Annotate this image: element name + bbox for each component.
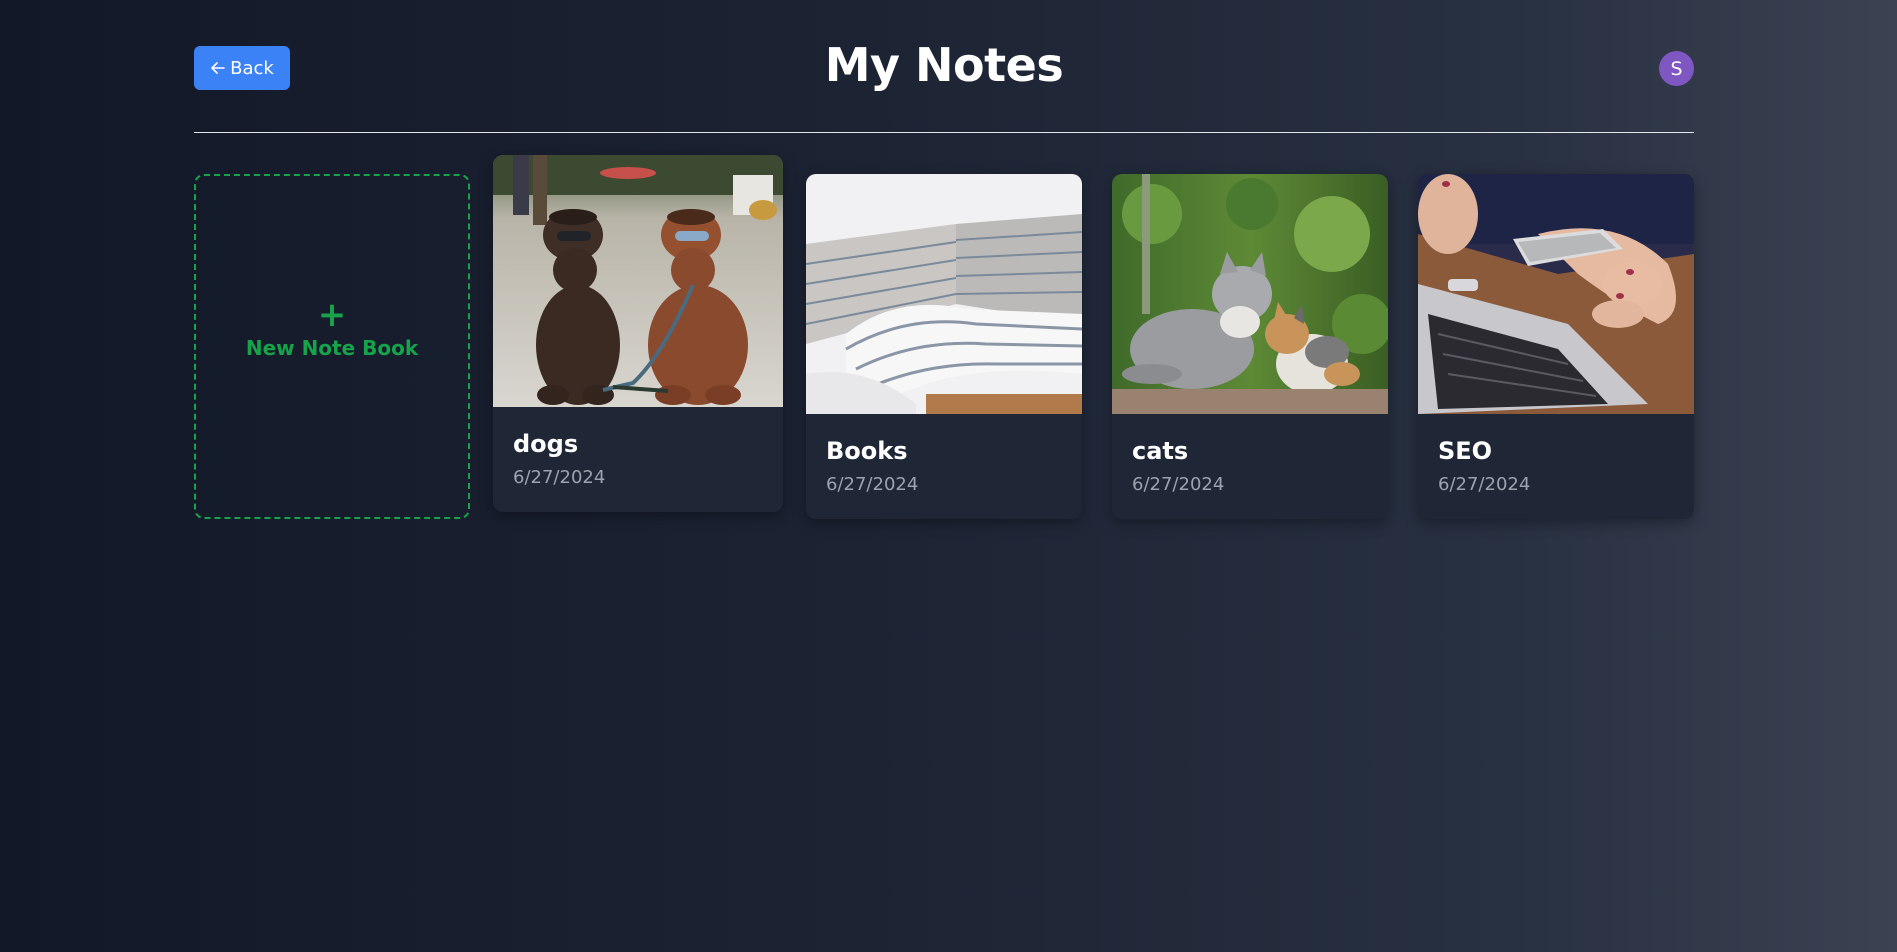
notebook-card[interactable]: Books 6/27/2024 xyxy=(806,174,1082,519)
avatar[interactable]: S xyxy=(1659,51,1694,86)
notebook-date: 6/27/2024 xyxy=(1132,474,1225,495)
notebook-title: dogs xyxy=(513,430,579,458)
library-shelves-photo xyxy=(806,174,1082,414)
new-notebook-button[interactable]: + New Note Book xyxy=(194,174,470,519)
plus-icon: + xyxy=(317,294,347,335)
two-cats-photo xyxy=(1112,174,1388,414)
notebook-title: cats xyxy=(1132,437,1189,465)
header-divider xyxy=(194,132,1694,133)
notebook-date: 6/27/2024 xyxy=(826,474,919,495)
back-button[interactable]: Back xyxy=(194,46,290,90)
notebook-title: SEO xyxy=(1438,437,1493,465)
notebook-card[interactable]: SEO 6/27/2024 xyxy=(1418,174,1694,519)
arrow-left-icon xyxy=(210,60,226,76)
phone-laptop-photo xyxy=(1418,174,1694,414)
notebook-title: Books xyxy=(826,437,908,465)
notebook-date: 6/27/2024 xyxy=(513,467,606,488)
notebook-card[interactable]: dogs 6/27/2024 xyxy=(493,155,783,512)
page-title: My Notes xyxy=(824,38,1064,92)
two-poodles-photo xyxy=(493,155,783,407)
new-notebook-label: New Note Book xyxy=(245,335,419,360)
notebook-date: 6/27/2024 xyxy=(1438,474,1531,495)
page-header: Back My Notes S xyxy=(194,38,1694,92)
notebook-card[interactable]: cats 6/27/2024 xyxy=(1112,174,1388,519)
back-button-label: Back xyxy=(230,57,274,79)
